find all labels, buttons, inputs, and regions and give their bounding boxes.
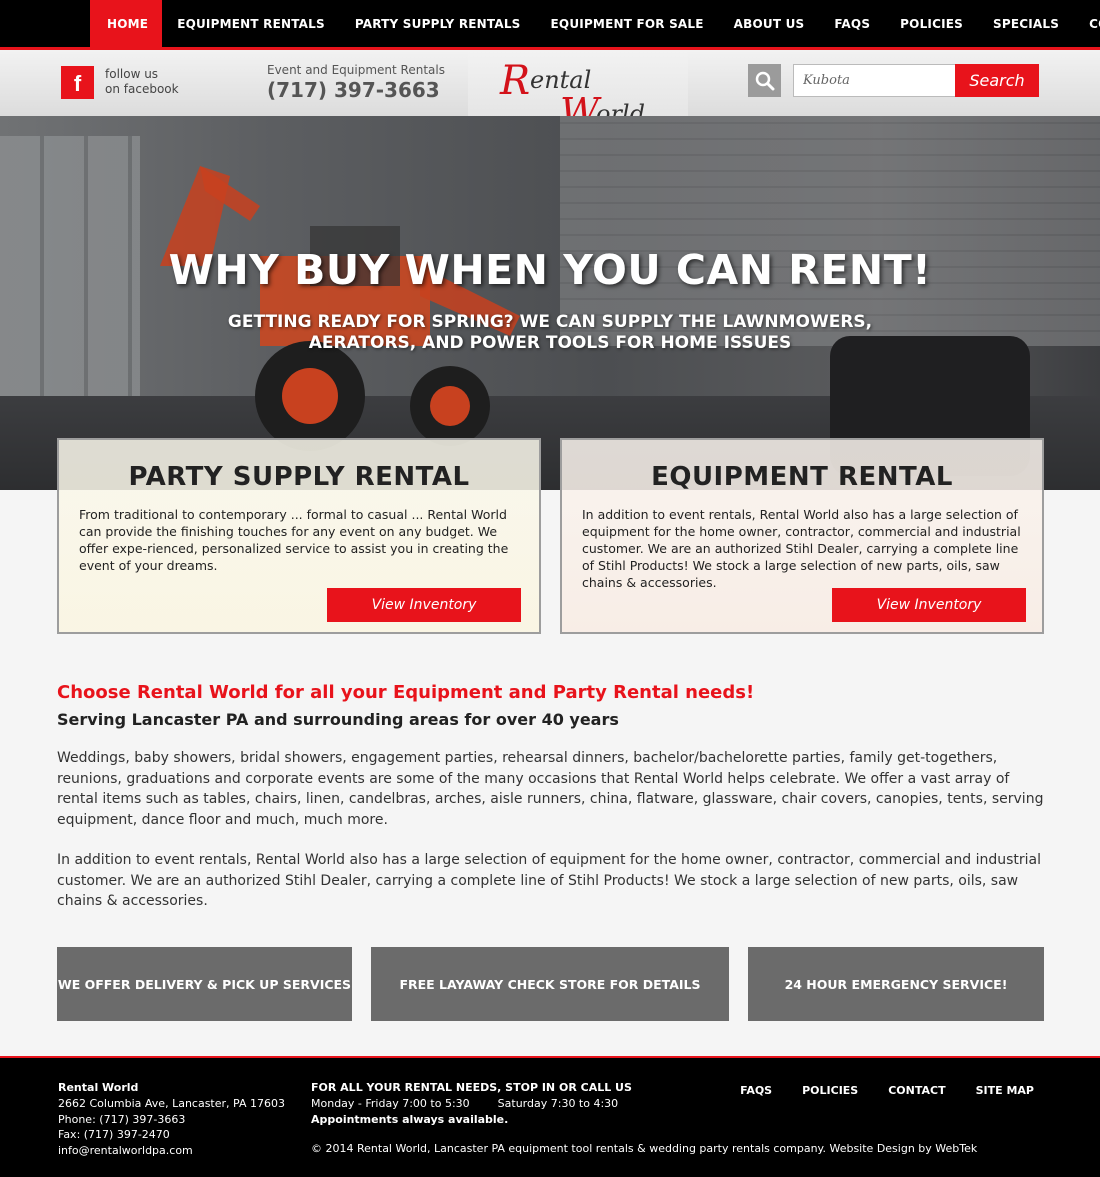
hero-headline: WHY BUY WHEN YOU CAN RENT! bbox=[168, 246, 932, 294]
footer-link-contact[interactable]: CONTACT bbox=[888, 1084, 945, 1097]
nav-menu: HOME EQUIPMENT RENTALS PARTY SUPPLY RENT… bbox=[90, 0, 1100, 47]
events-paragraph: Weddings, baby showers, bridal showers, … bbox=[57, 750, 1044, 828]
search-icon[interactable] bbox=[748, 64, 781, 97]
footer-saturday-hours: Saturday 7:30 to 4:30 bbox=[497, 1096, 619, 1110]
feature-emergency[interactable]: 24 HOUR EMERGENCY SERVICE! bbox=[748, 947, 1044, 1021]
footer-address: 2662 Columbia Ave, Lancaster, PA 17603 bbox=[58, 1096, 285, 1110]
footer-weekday-hours: Monday - Friday 7:00 to 5:30 bbox=[311, 1096, 470, 1110]
hero-banner: WHY BUY WHEN YOU CAN RENT! GETTING READY… bbox=[0, 116, 1100, 490]
nav-item-faqs[interactable]: FAQS bbox=[819, 0, 885, 47]
footer-link-site-map[interactable]: SITE MAP bbox=[976, 1084, 1034, 1097]
hero-backhoe-image bbox=[160, 166, 520, 451]
nav-item-home[interactable]: HOME bbox=[90, 0, 163, 47]
equipment-rental-card: EQUIPMENT RENTAL In addition to event re… bbox=[560, 438, 1044, 634]
phone-label: Event and Equipment Rentals bbox=[267, 63, 445, 77]
footer-email[interactable]: info@rentalworldpa.com bbox=[58, 1143, 285, 1159]
search-button[interactable]: Search bbox=[955, 64, 1039, 97]
main-subtitle: Serving Lancaster PA and surrounding are… bbox=[57, 710, 619, 729]
footer-appointments: Appointments always available. bbox=[311, 1112, 509, 1126]
footer-hours-title: FOR ALL YOUR RENTAL NEEDS, STOP IN OR CA… bbox=[311, 1081, 632, 1094]
nav-item-equipment-for-sale[interactable]: EQUIPMENT FOR SALE bbox=[536, 0, 719, 47]
footer-link-faqs[interactable]: FAQS bbox=[740, 1084, 772, 1097]
nav-item-contact[interactable]: CONTACT bbox=[1074, 0, 1100, 47]
feature-layaway[interactable]: FREE LAYAWAY CHECK STORE FOR DETAILS bbox=[371, 947, 729, 1021]
top-nav: HOME EQUIPMENT RENTALS PARTY SUPPLY RENT… bbox=[0, 0, 1100, 50]
nav-item-party-supply-rentals[interactable]: PARTY SUPPLY RENTALS bbox=[340, 0, 536, 47]
party-supply-title: PARTY SUPPLY RENTAL bbox=[128, 462, 470, 492]
footer-link-policies[interactable]: POLICIES bbox=[802, 1084, 858, 1097]
footer-fax: Fax: (717) 397-2470 bbox=[58, 1128, 170, 1142]
search-input[interactable] bbox=[793, 64, 956, 97]
hero-subline: GETTING READY FOR SPRING? WE CAN SUPPLY … bbox=[227, 312, 873, 353]
magnifier-icon bbox=[755, 71, 774, 90]
facebook-line1: follow us bbox=[105, 67, 159, 81]
equipment-paragraph: In addition to event rentals, Rental Wor… bbox=[57, 852, 1042, 909]
party-supply-card: PARTY SUPPLY RENTAL From traditional to … bbox=[57, 438, 541, 634]
logo-r: R bbox=[500, 58, 531, 104]
nav-item-policies[interactable]: POLICIES bbox=[885, 0, 978, 47]
footer-hours-row: Monday - Friday 7:00 to 5:30 Saturday 7:3… bbox=[311, 1096, 632, 1112]
equipment-rental-text: In addition to event rentals, Rental Wor… bbox=[582, 507, 1021, 590]
footer-address-block: Rental World 2662 Columbia Ave, Lancaste… bbox=[58, 1080, 285, 1159]
footer-links: FAQS POLICIES CONTACT SITE MAP bbox=[740, 1084, 1034, 1097]
facebook-line2: on facebook bbox=[105, 82, 179, 96]
facebook-follow-link[interactable]: follow us on facebook bbox=[105, 67, 195, 97]
footer-phone: Phone: (717) 397-3663 bbox=[58, 1112, 186, 1126]
footer-copyright: © 2014 Rental World, Lancaster PA equipm… bbox=[311, 1142, 978, 1155]
party-supply-text: From traditional to contemporary ... for… bbox=[79, 507, 509, 573]
nav-item-about-us[interactable]: ABOUT US bbox=[719, 0, 820, 47]
equipment-view-inventory-button[interactable]: View Inventory bbox=[832, 588, 1026, 622]
site-footer: Rental World 2662 Columbia Ave, Lancaste… bbox=[0, 1056, 1100, 1177]
phone-number: (717) 397-3663 bbox=[267, 78, 440, 102]
footer-company-name: Rental World bbox=[58, 1081, 139, 1094]
main-title: Choose Rental World for all your Equipme… bbox=[57, 682, 755, 703]
nav-item-specials[interactable]: SPECIALS bbox=[978, 0, 1074, 47]
equipment-rental-title: EQUIPMENT RENTAL bbox=[651, 462, 953, 492]
footer-divider bbox=[0, 1056, 1100, 1058]
facebook-icon[interactable]: f bbox=[61, 66, 94, 99]
party-view-inventory-button[interactable]: View Inventory bbox=[327, 588, 521, 622]
nav-item-equipment-rentals[interactable]: EQUIPMENT RENTALS bbox=[162, 0, 340, 47]
feature-delivery[interactable]: WE OFFER DELIVERY & PICK UP SERVICES bbox=[57, 947, 352, 1021]
footer-hours-block: FOR ALL YOUR RENTAL NEEDS, STOP IN OR CA… bbox=[311, 1080, 632, 1127]
